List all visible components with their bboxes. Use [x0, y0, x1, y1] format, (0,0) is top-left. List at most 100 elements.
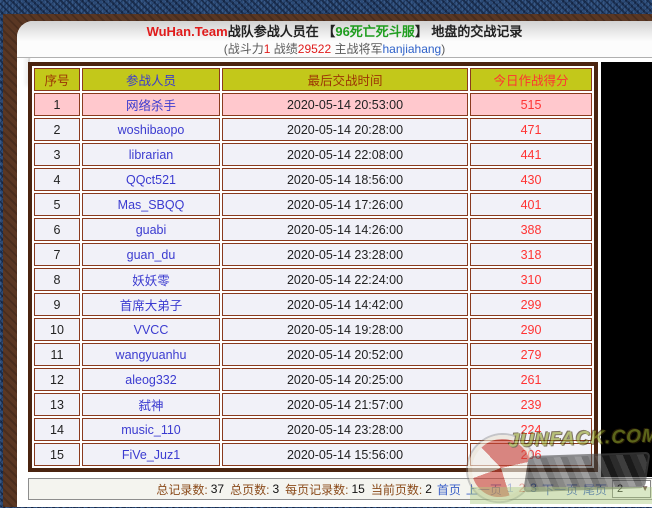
pagination-link[interactable]: 尾页	[583, 481, 607, 498]
pagination-link[interactable]: 下一页	[542, 481, 578, 498]
table-row: 13 弑神 2020-05-14 21:57:00 239	[34, 393, 592, 416]
player-link[interactable]: woshibaopo	[82, 118, 220, 141]
stat-value: 15	[351, 482, 365, 496]
player-link[interactable]: 妖妖零	[82, 268, 220, 291]
player-link[interactable]: librarian	[82, 143, 220, 166]
row-number: 4	[34, 168, 80, 191]
player-link[interactable]: 首席大弟子	[82, 293, 220, 316]
stat-label: 当前页数:	[370, 482, 423, 497]
battle-time: 2020-05-14 20:53:00	[222, 93, 468, 116]
footer-stat: 总记录数: 37	[156, 481, 224, 498]
column-header-score: 今日作战得分	[470, 68, 592, 91]
player-link[interactable]: QQct521	[82, 168, 220, 191]
row-number: 10	[34, 318, 80, 341]
battle-time: 2020-05-14 20:25:00	[222, 368, 468, 391]
row-number: 11	[34, 343, 80, 366]
pagination-link[interactable]: 1	[507, 481, 514, 498]
column-header-index: 序号	[34, 68, 80, 91]
page-select-value: 2	[617, 483, 624, 495]
score-value: 239	[470, 393, 592, 416]
player-link[interactable]: VVCC	[82, 318, 220, 341]
chevron-down-icon: ▼	[641, 484, 649, 493]
subtitle-mid1: 战绩	[270, 42, 298, 56]
battle-time: 2020-05-14 22:08:00	[222, 143, 468, 166]
score-value: 279	[470, 343, 592, 366]
score-value: 299	[470, 293, 592, 316]
score-value: 515	[470, 93, 592, 116]
table-body: 1 网络杀手 2020-05-14 20:53:00 515 2 woshibaopo 20…	[34, 93, 592, 466]
battle-record-value: 29522	[297, 42, 332, 56]
table-row: 8 妖妖零 2020-05-14 22:24:00 310	[34, 268, 592, 291]
footer-stat: 总页数: 3	[230, 481, 279, 498]
player-link[interactable]: 弑神	[82, 393, 220, 416]
row-number: 15	[34, 443, 80, 466]
player-link[interactable]: guan_du	[82, 243, 220, 266]
column-header-player: 参战人员	[82, 68, 220, 91]
score-value: 388	[470, 218, 592, 241]
subtitle-mid2: 主战将军	[331, 42, 383, 56]
player-link[interactable]: music_110	[82, 418, 220, 441]
battle-time: 2020-05-14 23:28:00	[222, 418, 468, 441]
table-row: 14 music_110 2020-05-14 23:28:00 224	[34, 418, 592, 441]
player-link[interactable]: aleog332	[82, 368, 220, 391]
battle-time: 2020-05-14 14:26:00	[222, 218, 468, 241]
footer-stats: 总记录数: 37 总页数: 3 每页记录数: 15 当前页数: 2	[156, 481, 431, 498]
row-number: 13	[34, 393, 80, 416]
table-row: 5 Mas_SBQQ 2020-05-14 17:26:00 401	[34, 193, 592, 216]
stat-value: 3	[272, 482, 280, 496]
score-value: 224	[470, 418, 592, 441]
table-row: 15 FiVe_Juz1 2020-05-14 15:56:00 206	[34, 443, 592, 466]
battle-time: 2020-05-14 15:56:00	[222, 443, 468, 466]
table-row: 3 librarian 2020-05-14 22:08:00 441	[34, 143, 592, 166]
row-number: 14	[34, 418, 80, 441]
player-link[interactable]: guabi	[82, 218, 220, 241]
row-number: 2	[34, 118, 80, 141]
general-name: hanjiahang	[382, 42, 442, 56]
team-name: WuHan.Team	[146, 24, 228, 39]
row-number: 8	[34, 268, 80, 291]
server-name: 96死亡死斗服	[335, 24, 415, 39]
team-stats-line: (战斗力1 战绩29522 主战将军hanjiahang)	[17, 42, 652, 58]
column-header-lasttime: 最后交战时间	[222, 68, 468, 91]
pagination-link[interactable]: 首页	[437, 481, 461, 498]
score-value: 471	[470, 118, 592, 141]
battle-time: 2020-05-14 23:28:00	[222, 243, 468, 266]
row-number: 5	[34, 193, 80, 216]
score-value: 430	[470, 168, 592, 191]
battle-time: 2020-05-14 20:28:00	[222, 118, 468, 141]
pagination-link[interactable]: 上一页	[466, 481, 502, 498]
battle-time: 2020-05-14 14:42:00	[222, 293, 468, 316]
pagination-bar: 总记录数: 37 总页数: 3 每页记录数: 15 当前页数: 2 首页 上一页 1 2 3 下一页 尾页…	[28, 478, 652, 500]
subtitle-open: (战斗力	[223, 42, 264, 56]
score-value: 310	[470, 268, 592, 291]
player-link[interactable]: wangyuanhu	[82, 343, 220, 366]
battle-time: 2020-05-14 18:56:00	[222, 168, 468, 191]
pagination-links: 首页 上一页 1 2 3 下一页 尾页	[437, 481, 607, 498]
right-black-area	[601, 62, 652, 477]
row-number: 12	[34, 368, 80, 391]
row-number: 6	[34, 218, 80, 241]
battle-time: 2020-05-14 17:26:00	[222, 193, 468, 216]
battle-time: 2020-05-14 20:52:00	[222, 343, 468, 366]
table-row: 4 QQct521 2020-05-14 18:56:00 430	[34, 168, 592, 191]
pagination-link[interactable]: 3	[530, 481, 537, 498]
row-number: 9	[34, 293, 80, 316]
stat-label: 总页数:	[230, 482, 270, 497]
player-link[interactable]: 网络杀手	[82, 93, 220, 116]
table-row: 2 woshibaopo 2020-05-14 20:28:00 471	[34, 118, 592, 141]
score-value: 261	[470, 368, 592, 391]
table-row: 1 网络杀手 2020-05-14 20:53:00 515	[34, 93, 592, 116]
page-title: WuHan.Team战队参战人员在 【96死亡死斗服】 地盘的交战记录	[17, 21, 652, 42]
pagination-link[interactable]: 2	[519, 481, 526, 498]
title-tail-text: 】 地盘的交战记录	[414, 24, 523, 39]
player-link[interactable]: Mas_SBQQ	[82, 193, 220, 216]
table-header: 序号 参战人员 最后交战时间 今日作战得分	[34, 68, 592, 91]
battle-time: 2020-05-14 19:28:00	[222, 318, 468, 341]
page: { "header": { "title": { "team": "WuHan.…	[0, 0, 652, 507]
score-value: 206	[470, 443, 592, 466]
player-link[interactable]: FiVe_Juz1	[82, 443, 220, 466]
stat-label: 总记录数:	[156, 482, 208, 497]
page-select-dropdown[interactable]: 2 ▼	[612, 480, 651, 498]
title-mid-text: 战队参战人员在 【	[227, 24, 336, 39]
row-number: 1	[34, 93, 80, 116]
